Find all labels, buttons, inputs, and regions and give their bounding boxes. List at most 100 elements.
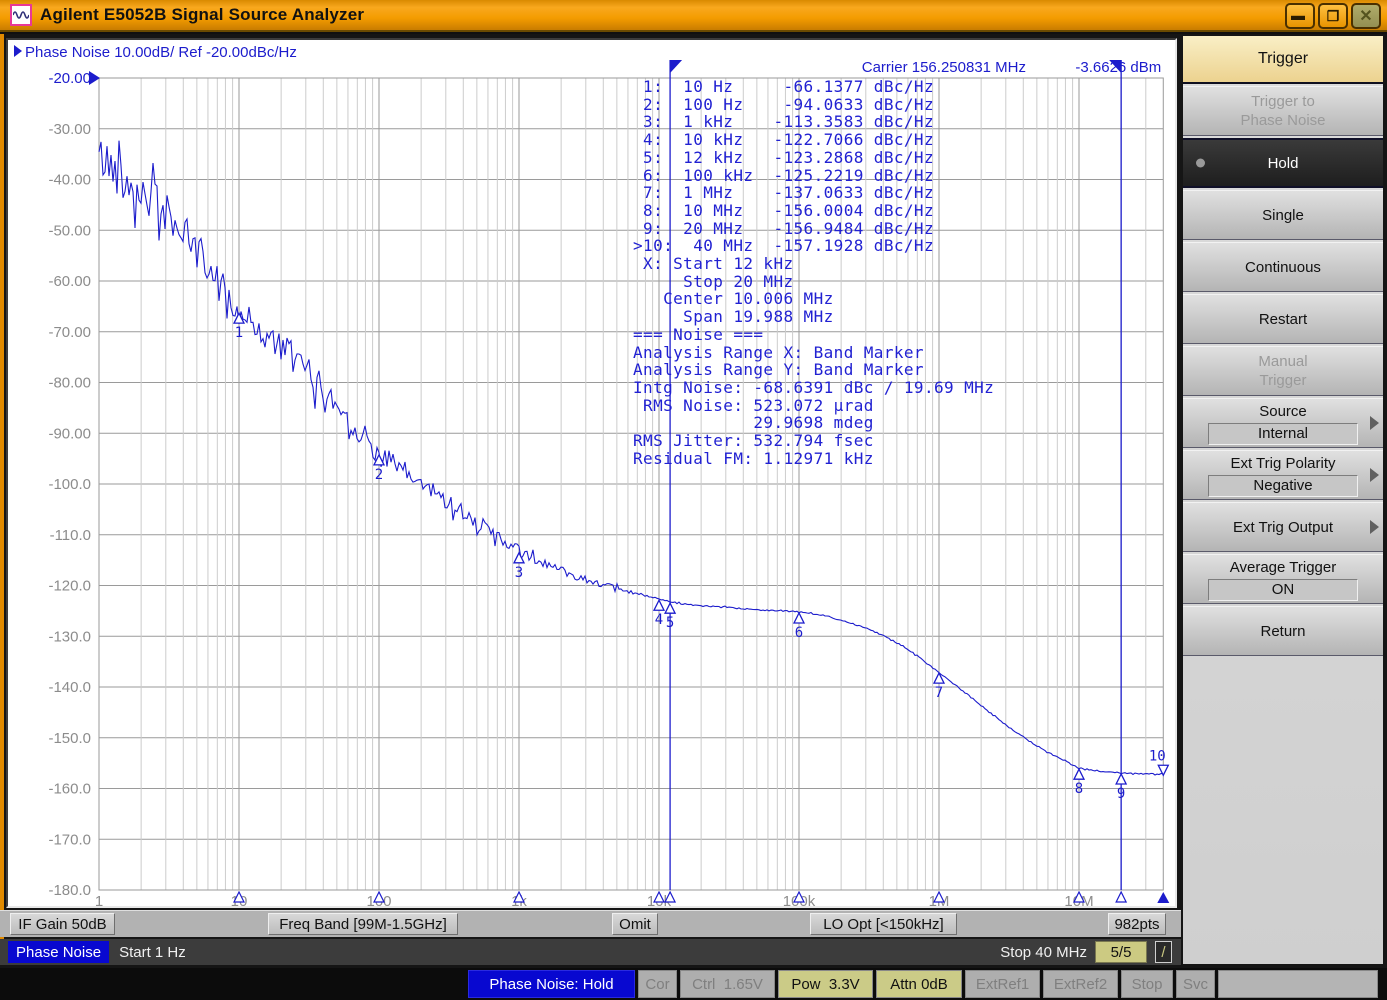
svg-text:3: 3	[515, 565, 523, 581]
close-icon: ✕	[1359, 8, 1373, 25]
softkey-label: Trigger to Phase Noise	[1240, 93, 1326, 129]
softkey-restart[interactable]: Restart	[1183, 294, 1383, 344]
trace-header: Phase Noise 10.00dB/ Ref -20.00dBc/Hz	[14, 44, 297, 61]
softkey-value: Internal	[1208, 422, 1358, 445]
softkey-continuous[interactable]: Continuous	[1183, 242, 1383, 292]
submenu-arrow-icon	[1370, 416, 1379, 430]
axis-labels: -20.00 -30.00 -40.00 -50.00 -60.00 -70.00 -80.…	[48, 70, 1093, 906]
sweep-spinner: /	[1155, 941, 1172, 963]
softkey-label: Source	[1259, 402, 1307, 420]
status-svc: Svc	[1176, 970, 1215, 998]
sweep-stop-label: Stop 40 MHz	[1000, 943, 1087, 961]
softkey-label: Continuous	[1245, 258, 1321, 276]
band-marker-start	[669, 60, 683, 890]
window-controls: ▬ ❐ ✕	[1285, 3, 1381, 29]
softkey-label: Single	[1262, 206, 1304, 224]
minimize-button[interactable]: ▬	[1285, 3, 1315, 29]
svg-text:-170.0: -170.0	[48, 831, 91, 848]
measurement-softkey-bar: IF Gain 50dB Freq Band [99M-1.5GHz] Omit LO…	[0, 910, 1181, 937]
svg-text:-160.0: -160.0	[48, 781, 91, 798]
softkey-ext-trig-polarity[interactable]: Ext Trig Polarity Negative	[1183, 450, 1383, 500]
bottom-softkey-982pts[interactable]: 982pts	[1108, 913, 1166, 935]
status-blank	[1218, 970, 1378, 998]
status-ctrl-1-65v: Ctrl 1.65V	[680, 970, 775, 998]
bottom-softkey-freq-band-99m-1-5ghz-[interactable]: Freq Band [99M-1.5GHz]	[268, 913, 458, 935]
svg-text:-70.00: -70.00	[48, 324, 91, 341]
window-title: Agilent E5052B Signal Source Analyzer	[40, 5, 365, 24]
app-window: Agilent E5052B Signal Source Analyzer ▬ …	[0, 0, 1387, 1000]
svg-text:-150.0: -150.0	[48, 730, 91, 747]
svg-text:Carrier 156.250831 MHz: Carrier 156.250831 MHz	[862, 59, 1026, 76]
restore-icon: ❐	[1326, 7, 1340, 24]
softkey-label: Return	[1260, 622, 1306, 640]
softkey-ext-trig-output[interactable]: Ext Trig Output	[1183, 502, 1383, 552]
svg-text:-20.00: -20.00	[48, 70, 91, 87]
svg-text:-120.0: -120.0	[48, 578, 91, 595]
svg-text:-80.00: -80.00	[48, 375, 91, 392]
phase-noise-plot-panel: -20.00 -30.00 -40.00 -50.00 -60.00 -70.00 -80.…	[6, 38, 1177, 908]
channel-status-bar: Phase Noise Start 1 Hz Stop 40 MHz 5/5 /	[0, 939, 1181, 965]
svg-text:-140.0: -140.0	[48, 679, 91, 696]
svg-text:2: 2	[375, 467, 383, 483]
softkey-value: ON	[1208, 578, 1358, 601]
svg-text:-110.0: -110.0	[50, 527, 91, 544]
softkey-label: Restart	[1258, 310, 1308, 328]
softkey-source[interactable]: Source Internal	[1183, 398, 1383, 448]
minimize-icon: ▬	[1291, 7, 1305, 23]
instrument-status-bar: Phase Noise: Hold Cor Ctrl 1.65V Pow 3.3V At…	[0, 968, 1387, 1000]
softkey-label: Manual Trigger	[1258, 353, 1308, 389]
svg-text:-60.00: -60.00	[48, 273, 91, 290]
svg-text:1: 1	[95, 893, 103, 906]
svg-text:7: 7	[935, 685, 943, 701]
svg-text:-90.00: -90.00	[48, 425, 91, 442]
softkey-hold[interactable]: Hold	[1183, 138, 1383, 188]
svg-text:6: 6	[795, 625, 803, 641]
phase-noise-trace	[98, 140, 1163, 776]
status-extref1: ExtRef1	[965, 970, 1040, 998]
softkey-trigger-to-phase-noise: Trigger to Phase Noise	[1183, 86, 1383, 136]
sweep-start-label: Start 1 Hz	[119, 943, 186, 961]
status-attn-0db: Attn 0dB	[876, 970, 962, 998]
submenu-arrow-icon	[1370, 520, 1379, 534]
svg-text:9: 9	[1117, 786, 1125, 802]
band-marker-stop	[1109, 60, 1122, 890]
softkey-return[interactable]: Return	[1183, 606, 1383, 656]
ref-level-arrow-icon	[89, 71, 100, 85]
submenu-arrow-icon	[1370, 468, 1379, 482]
softkey-manual-trigger: Manual Trigger	[1183, 346, 1383, 396]
status-phase-noise-hold: Phase Noise: Hold	[468, 970, 635, 998]
plot-grid	[98, 77, 1164, 891]
softkey-menu-panel: Trigger Trigger to Phase Noise Hold Single…	[1183, 36, 1383, 964]
selected-bullet-icon	[1196, 158, 1205, 168]
svg-text:-100.0: -100.0	[48, 476, 91, 493]
close-button[interactable]: ✕	[1351, 3, 1381, 29]
channel-tab-phase-noise[interactable]: Phase Noise	[8, 941, 110, 963]
bottom-softkey-omit[interactable]: Omit	[612, 913, 658, 935]
svg-text:10: 10	[1149, 748, 1166, 764]
left-edge-strip	[0, 34, 4, 964]
bottom-softkey-if-gain-50db[interactable]: IF Gain 50dB	[10, 913, 115, 935]
marker-10: 10	[1149, 748, 1170, 903]
menu-title: Trigger	[1183, 36, 1383, 84]
page-indicator: 5/5	[1095, 941, 1147, 963]
svg-text:-40.00: -40.00	[48, 172, 91, 189]
svg-text:4: 4	[655, 612, 663, 628]
trace-active-icon	[14, 45, 22, 57]
svg-text:-130.0: -130.0	[48, 628, 91, 645]
softkey-label: Hold	[1267, 154, 1299, 172]
svg-text:8: 8	[1075, 781, 1083, 797]
softkey-single[interactable]: Single	[1183, 190, 1383, 240]
svg-text:-180.0: -180.0	[48, 882, 91, 899]
status-stop: Stop	[1121, 970, 1173, 998]
bottom-softkey-lo-opt-150khz-[interactable]: LO Opt [<150kHz]	[810, 913, 957, 935]
svg-text:-30.00: -30.00	[48, 121, 91, 138]
status-pow-3-3v: Pow 3.3V	[778, 970, 873, 998]
title-bar: Agilent E5052B Signal Source Analyzer ▬ …	[0, 0, 1387, 32]
softkey-label: Average Trigger	[1229, 558, 1337, 576]
softkey-value: Negative	[1208, 474, 1358, 497]
main-content: -20.00 -30.00 -40.00 -50.00 -60.00 -70.00 -80.…	[0, 34, 1387, 1000]
svg-text:1: 1	[235, 325, 243, 341]
restore-button[interactable]: ❐	[1318, 3, 1348, 29]
status-cor: Cor	[638, 970, 677, 998]
softkey-average-trigger[interactable]: Average Trigger ON	[1183, 554, 1383, 604]
